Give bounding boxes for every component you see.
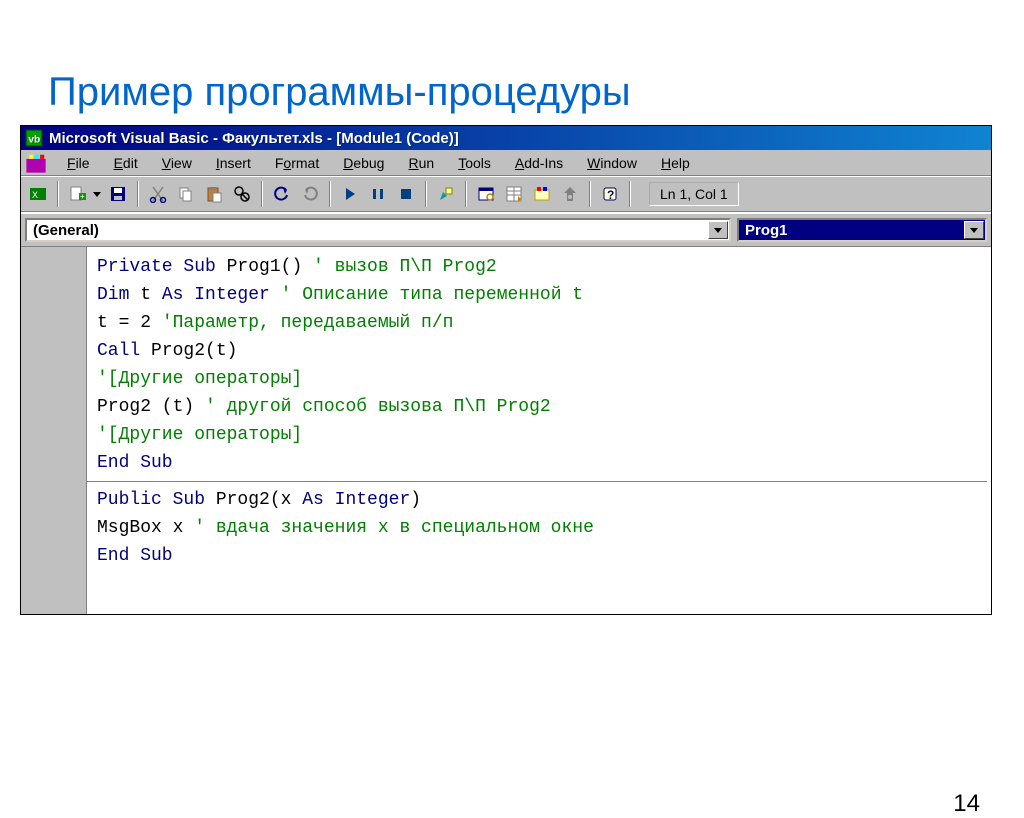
code-token: Private Sub [97, 257, 216, 277]
help-button[interactable]: ? [597, 181, 623, 207]
code-token: End Sub [97, 453, 173, 473]
code-area: Private Sub Prog1() ' вызов П\П Prog2 Di… [21, 246, 991, 614]
stop-button[interactable] [393, 181, 419, 207]
svg-text:X: X [32, 190, 38, 200]
toolbar-separator [589, 181, 591, 207]
code-token: MsgBox x [97, 518, 194, 538]
toolbox-button[interactable] [557, 181, 583, 207]
procedure-combo-caret[interactable] [964, 221, 984, 239]
toolbar-separator [137, 181, 139, 207]
code-token: ' вдача значения x в специальном окне [194, 518, 594, 538]
code-token: ' Описание типа переменной t [281, 285, 583, 305]
mdi-document-icon [25, 152, 47, 174]
menu-run[interactable]: Run [396, 152, 446, 174]
code-token: Public Sub [97, 490, 205, 510]
code-token: 'Параметр, передаваемый п/п [162, 313, 454, 333]
toolbar-separator [425, 181, 427, 207]
svg-text:?: ? [607, 188, 614, 202]
toolbar-separator [261, 181, 263, 207]
break-button[interactable] [365, 181, 391, 207]
menu-addins[interactable]: Add-Ins [503, 152, 575, 174]
slide-heading: Пример программы-процедуры [48, 70, 1024, 115]
code-token: ' вызов П\П Prog2 [313, 257, 497, 277]
code-selector-row: (General) Prog1 [21, 212, 991, 246]
cursor-position: Ln 1, Col 1 [649, 182, 739, 206]
code-token: '[Другие операторы] [97, 369, 302, 389]
code-token: t [129, 285, 161, 305]
paste-button[interactable] [201, 181, 227, 207]
menu-view[interactable]: View [150, 152, 204, 174]
code-token: As Integer [302, 490, 410, 510]
menu-window[interactable]: Window [575, 152, 649, 174]
toolbar-separator [629, 181, 631, 207]
menu-debug[interactable]: Debug [331, 152, 396, 174]
menu-insert[interactable]: Insert [204, 152, 263, 174]
app-icon: vb [25, 129, 43, 147]
code-token: As Integer [162, 285, 270, 305]
object-browser-button[interactable] [529, 181, 555, 207]
code-token: Prog1() [216, 257, 313, 277]
menu-edit[interactable]: Edit [102, 152, 150, 174]
insert-dropdown[interactable] [91, 181, 103, 207]
window-title: Microsoft Visual Basic - Факультет.xls -… [49, 130, 459, 147]
svg-text:vb: vb [28, 135, 40, 146]
code-token: Call [97, 341, 140, 361]
code-token: Prog2(t) [140, 341, 237, 361]
menu-help[interactable]: Help [649, 152, 702, 174]
code-token: '[Другие операторы] [97, 425, 302, 445]
excel-button[interactable]: X [25, 181, 51, 207]
toolbar-separator [57, 181, 59, 207]
toolbar-separator [329, 181, 331, 207]
menubar: File Edit View Insert Format Debug Run T… [21, 150, 991, 176]
code-pane[interactable]: Private Sub Prog1() ' вызов П\П Prog2 Di… [87, 247, 991, 614]
code-token: ' другой способ вызова П\П Prog2 [205, 397, 551, 417]
procedure-combo-value: Prog1 [745, 222, 788, 239]
find-button[interactable] [229, 181, 255, 207]
code-token: Dim [97, 285, 129, 305]
toolbar-separator [465, 181, 467, 207]
page-number: 14 [953, 790, 980, 818]
insert-module-button[interactable]: + [65, 181, 91, 207]
save-button[interactable] [105, 181, 131, 207]
code-token: t = 2 [97, 313, 162, 333]
copy-button[interactable] [173, 181, 199, 207]
object-combo[interactable]: (General) [25, 218, 731, 242]
run-button[interactable] [337, 181, 363, 207]
toolbar: X + ? Ln 1, Co [21, 176, 991, 212]
undo-button[interactable] [269, 181, 295, 207]
menu-tools[interactable]: Tools [446, 152, 503, 174]
properties-button[interactable] [501, 181, 527, 207]
window-titlebar: vb Microsoft Visual Basic - Факультет.xl… [21, 126, 991, 150]
code-token: Prog2 (t) [97, 397, 205, 417]
design-mode-button[interactable] [433, 181, 459, 207]
object-combo-value: (General) [33, 222, 99, 239]
menu-format[interactable]: Format [263, 152, 331, 174]
code-token: End Sub [97, 546, 173, 566]
code-margin[interactable] [21, 247, 87, 614]
code-token: ) [410, 490, 421, 510]
code-token [270, 285, 281, 305]
menu-file[interactable]: File [55, 152, 102, 174]
object-combo-caret[interactable] [708, 221, 728, 239]
project-explorer-button[interactable] [473, 181, 499, 207]
procedure-combo[interactable]: Prog1 [737, 218, 987, 242]
redo-button[interactable] [297, 181, 323, 207]
svg-text:+: + [80, 192, 85, 201]
vb-editor-window: vb Microsoft Visual Basic - Факультет.xl… [20, 125, 992, 615]
cut-button[interactable] [145, 181, 171, 207]
procedure-separator [87, 481, 987, 482]
code-token: Prog2(x [205, 490, 302, 510]
